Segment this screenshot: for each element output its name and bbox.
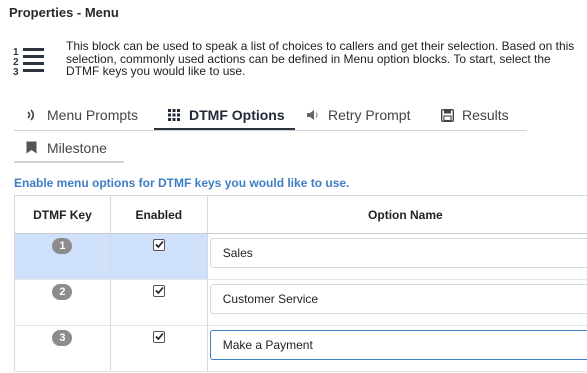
- dtmf-hint-text: Enable menu options for DTMF keys you wo…: [14, 176, 350, 190]
- enabled-cell: [109, 325, 208, 372]
- option-name-input[interactable]: Customer Service: [209, 284, 587, 314]
- enabled-checkbox[interactable]: [152, 239, 165, 251]
- column-header-enabled: Enabled: [109, 195, 208, 234]
- enabled-cell: [109, 279, 208, 326]
- dtmf-options-table: DTMF Key Enabled Option Name 1 Sales 2 C…: [14, 195, 587, 372]
- option-name-input[interactable]: Make a Payment: [209, 330, 587, 360]
- dtmf-key-badge: 2: [52, 284, 73, 300]
- audio-wave-icon: [24, 107, 40, 123]
- bookmark-icon: [23, 140, 39, 156]
- table-row[interactable]: 2 Customer Service: [14, 279, 587, 326]
- tab-results[interactable]: Results: [439, 101, 509, 129]
- option-name-cell: Customer Service: [206, 279, 587, 326]
- dtmf-key-cell: 1: [14, 233, 111, 280]
- tab-label: Milestone: [47, 139, 107, 156]
- enabled-checkbox[interactable]: [152, 285, 165, 297]
- option-name-cell: Sales: [206, 233, 587, 280]
- option-name-input[interactable]: Sales: [209, 238, 587, 268]
- tab-label: Menu Prompts: [47, 107, 139, 123]
- tab-label: Retry Prompt: [328, 107, 411, 123]
- tab-label: Results: [462, 107, 509, 123]
- dialog-title: Properties - Menu: [9, 5, 119, 20]
- enabled-checkbox[interactable]: [152, 331, 165, 343]
- enabled-cell: [109, 233, 208, 280]
- save-disk-icon: [439, 107, 455, 123]
- svg-text:3: 3: [13, 67, 19, 77]
- table-header-row: DTMF Key Enabled Option Name: [14, 195, 587, 234]
- dtmf-key-badge: 1: [52, 238, 73, 254]
- tab-retry-prompt[interactable]: Retry Prompt: [305, 101, 410, 129]
- table-row[interactable]: 3 Make a Payment: [14, 325, 587, 372]
- tab-milestone[interactable]: Milestone: [14, 134, 124, 163]
- dtmf-key-badge: 3: [52, 330, 73, 346]
- tab-label: DTMF Options: [189, 106, 285, 123]
- option-name-cell: Make a Payment: [206, 325, 587, 372]
- tab-dtmf-options[interactable]: DTMF Options: [154, 101, 295, 130]
- numbered-list-icon: 1 2 3: [13, 45, 47, 78]
- dtmf-key-cell: 2: [14, 279, 111, 326]
- keypad-icon: [166, 107, 182, 123]
- column-header-option-name: Option Name: [206, 195, 587, 234]
- dtmf-key-cell: 3: [14, 325, 111, 372]
- column-header-dtmf-key: DTMF Key: [14, 195, 111, 234]
- tab-bar: Menu Prompts DTMF Options Retry Prompt R…: [14, 101, 527, 131]
- block-description: This block can be used to speak a list o…: [66, 39, 575, 78]
- tab-menu-prompts[interactable]: Menu Prompts: [24, 101, 138, 129]
- table-row[interactable]: 1 Sales: [14, 233, 587, 280]
- speaker-icon: [305, 107, 321, 123]
